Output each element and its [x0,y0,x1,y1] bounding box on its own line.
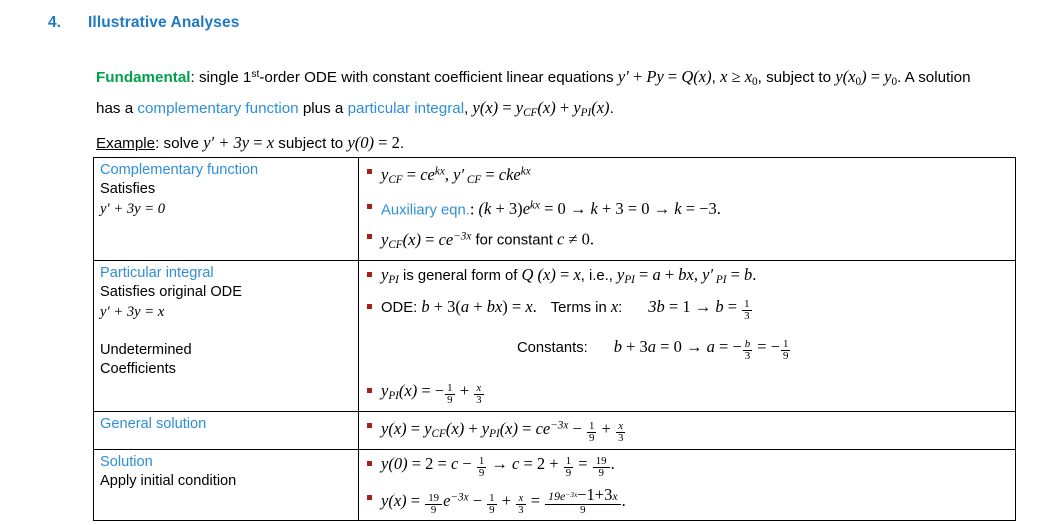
label-terms-in-x: Terms in [550,300,607,317]
list-item: ODE: b + 3(a + bx) = x. Terms in x: 3b = 1… [365,296,1009,362]
equation-ycf-and-derivative: yCF = cekx, y′ CF = ckekx [381,164,531,186]
label-satisfies-original-ode: Satisfies original ODE [100,284,242,301]
fundamental-text-7: , [464,100,473,118]
row-label-particular-integral: Particular integral Satisfies original O… [93,260,359,413]
row-label-solution: Solution Apply initial condition [93,449,359,522]
label-satisfies: Satisfies [100,181,156,197]
label-auxiliary-eqn: Auxiliary eqn. [381,202,470,219]
example-label: Example [96,135,156,152]
equation-final-solution: y(x) = 19 9 e−3x − 19 + x3 = 19e−3x−1+3x 9. [381,485,626,517]
equation-y-decomposition: y(x) = yCF(x) + yPI(x) [472,98,610,120]
fundamental-keyword: Fundamental [96,69,191,87]
row-label-complementary-function: Complementary function Satisfies y′ + 3y… [93,156,359,262]
equation-Qx: Q (x) = x [521,265,581,285]
equation-general-solution: y(x) = yCF(x) + yPI(x) = ce−3x − 19 + x3 [381,419,626,444]
table-row: Particular integral Satisfies original O… [93,260,1016,413]
label-undetermined: Undetermined [100,342,192,359]
equation-x-ge-x0: x ≥ x0 [720,67,758,89]
page-title: Illustrative Analyses [88,14,240,31]
link-complementary-function[interactable]: complementary function [137,100,298,117]
bullet-list: yPI is general form of Q (x) = x, i.e., … [365,264,1009,407]
row-content-general-solution: y(x) = yCF(x) + yPI(x) = ce−3x − 19 + x3 [358,411,1016,451]
list-item: yPI is general form of Q (x) = x, i.e., … [365,264,1009,291]
label-ode: ODE: [381,300,418,317]
list-item: Auxiliary eqn.: (k + 3)ekx = 0 → k + 3 =… [365,196,1009,222]
label-constants: Constants: [517,340,588,357]
constants-line: Constants: b + 3a = 0 → a = − b 3 = −1 9 [517,334,1009,362]
bullet-list: y(0) = 2 = c − 19 → c = 2 + 19 = 19 9. y(… [365,453,1009,516]
row-content-solution: y(0) = 2 = c − 19 → c = 2 + 19 = 19 9. y(… [358,449,1016,522]
equation-ypi-result: yPI(x) = −1 9 + x3 [381,381,484,407]
fundamental-text-2: -order ODE with constant coefficient lin… [259,69,618,87]
text-general-form: is general form of [403,268,518,285]
row-content-particular-integral: yPI is general form of Q (x) = x, i.e., … [358,260,1016,413]
example-paragraph: Example: solve y′ + 3y = x subject to y(… [96,130,996,156]
label-general-solution: General solution [100,416,207,433]
label-solution: Solution [100,454,153,471]
equation-apply-ic: y(0) = 2 = c − 19 → c = 2 + 19 = 19 9. [381,454,615,480]
equation-terms-in-x: 3b = 1 → b = 13 [648,297,752,323]
row-label-general-solution: General solution [93,411,359,451]
equation-example-initial: y(0) = 2 [347,133,400,152]
table-row: Complementary function Satisfies y′ + 3y… [93,156,1016,262]
row-content-complementary-function: yCF = cekx, y′ CF = ckekx Auxiliary eqn.… [358,156,1016,262]
list-item: yCF = cekx, y′ CF = ckekx [365,161,1009,191]
ode-solution-table: Complementary function Satisfies y′ + 3y… [93,156,1016,522]
fundamental-text-6: plus a [298,100,348,118]
equation-ycf-final: yCF(x) = ce−3x [381,229,472,252]
equation-initial-condition: y(x0) = y0 [835,67,898,89]
table-row: Solution Apply initial condition y(0) = … [93,449,1016,522]
equation-ypi-form: yPI = a + bx, y′ PI = b. [616,265,757,287]
text-ie: i.e., [589,268,613,285]
equation-pi-ode: y′ + 3y = x [100,304,165,321]
fundamental-text-8: . [609,100,614,118]
fundamental-text-1: : single 1 [190,69,252,87]
label-particular-integral: Particular integral [100,265,214,282]
bullet-list: y(x) = yCF(x) + yPI(x) = ce−3x − 19 + x3 [365,415,1009,445]
equation-ode-substituted: b + 3(a + bx) = x. [421,297,537,317]
equation-example-ode: y′ + 3y = x [203,133,275,152]
table-row: General solution y(x) = yCF(x) + yPI(x) … [93,411,1016,451]
example-text-3: . [399,135,405,152]
equation-ode-general: y′ + Py = Q(x) [617,67,712,87]
list-item: yCF(x) = ce−3x for constant c ≠ 0. [365,226,1009,256]
label-apply-initial-condition: Apply initial condition [100,473,237,490]
equation-auxiliary: (k + 3)ekx = 0 → k + 3 = 0 → k = −3. [478,199,721,219]
fundamental-text-4: , subject to [757,69,836,87]
link-particular-integral[interactable]: particular integral [348,100,465,117]
equation-constants: b + 3a = 0 → a = − b 3 = −1 9 [613,337,791,363]
section-heading: 4. Illustrative Analyses [48,14,239,32]
equation-cf-homogeneous: y′ + 3y = 0 [100,201,166,217]
example-text-2: subject to [274,135,348,152]
fundamental-paragraph: Fundamental: single 1st-order ODE with c… [96,62,996,126]
label-complementary-function: Complementary function [100,162,259,178]
bullet-list: yCF = cekx, y′ CF = ckekx Auxiliary eqn.… [365,161,1009,256]
document-page: 4. Illustrative Analyses Fundamental: si… [0,0,1038,525]
list-item: y(0) = 2 = c − 19 → c = 2 + 19 = 19 9. [365,453,1009,479]
section-number: 4. [48,14,61,31]
list-item: yPI(x) = −1 9 + x3 [365,380,1009,407]
list-item: y(x) = yCF(x) + yPI(x) = ce−3x − 19 + x3 [365,415,1009,445]
fundamental-text-3: , [711,69,721,87]
example-text-1: : solve [155,135,204,152]
label-coefficients: Coefficients [100,361,176,378]
list-item: y(x) = 19 9 e−3x − 19 + x3 = 19e−3x−1+3x 9. [365,485,1009,517]
